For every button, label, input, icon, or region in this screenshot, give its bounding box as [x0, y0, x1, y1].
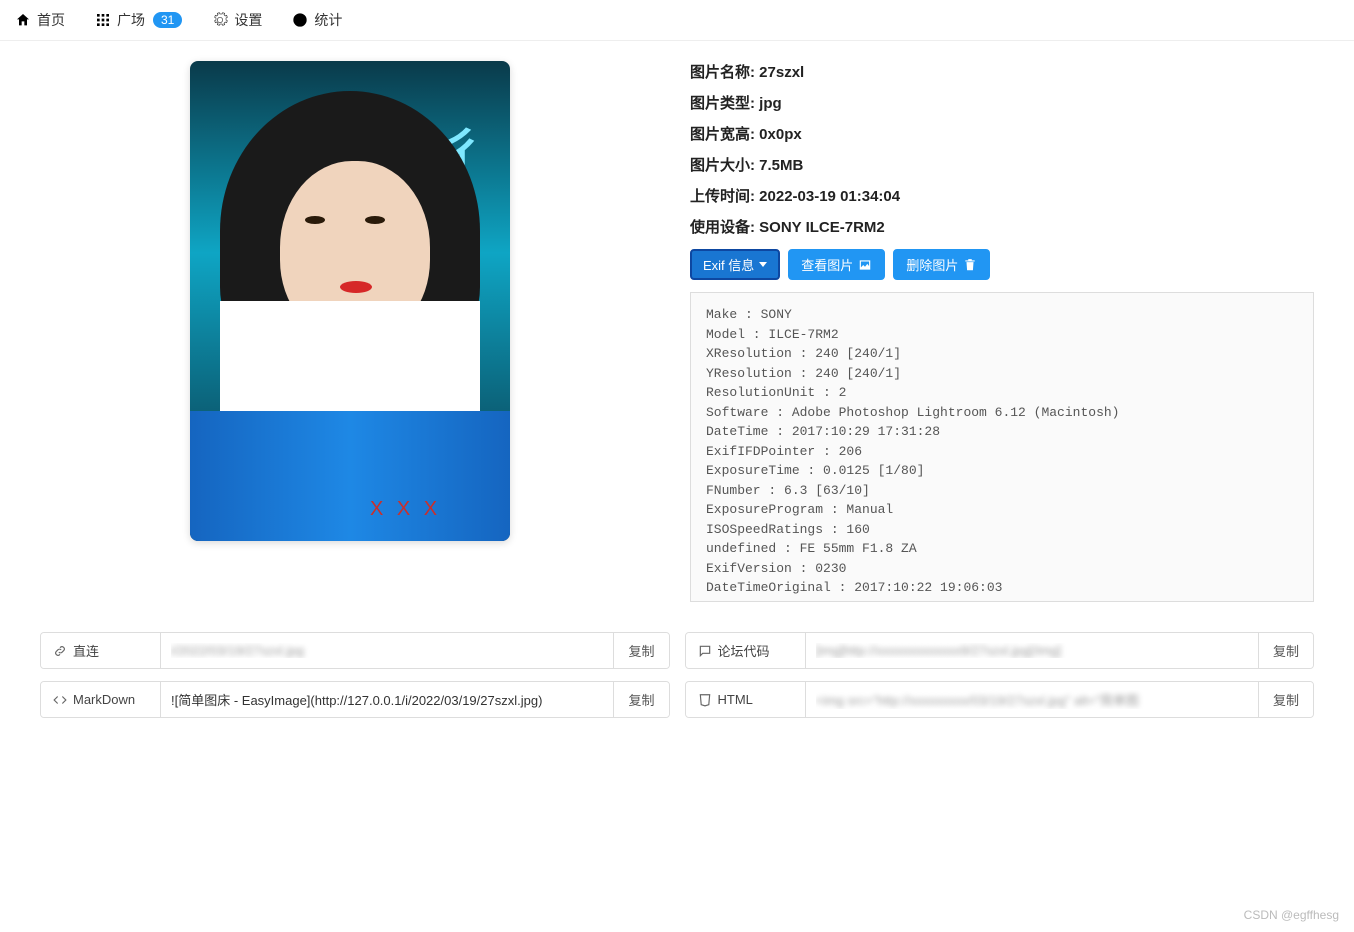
link-icon [53, 644, 67, 658]
md-link-group: MarkDown 复制 [40, 681, 670, 718]
link-row-2: MarkDown 复制 HTML 复制 [40, 681, 1314, 718]
pie-icon [292, 12, 308, 28]
info-device-label: 使用设备: [690, 219, 755, 236]
chat-icon [698, 644, 712, 658]
direct-link-group: 直连 复制 [40, 632, 670, 669]
nav-home[interactable]: 首页 [15, 10, 65, 30]
gear-icon [212, 12, 228, 28]
main-content: 揾天彳 X X X 图片名称: 27szxl 图片类型: jpg 图片宽高: 0… [0, 41, 1354, 622]
image-eye-r [365, 216, 385, 224]
plaza-badge: 31 [153, 12, 182, 28]
nav-plaza[interactable]: 广场 31 [95, 10, 182, 30]
info-size-label: 图片大小: [690, 157, 755, 174]
nav-stats-label: 统计 [314, 10, 342, 30]
info-device-value: SONY ILCE-7RM2 [759, 219, 885, 236]
view-image-button[interactable]: 查看图片 [788, 249, 885, 280]
nav-stats[interactable]: 统计 [292, 10, 342, 30]
nav-plaza-label: 广场 [117, 10, 145, 30]
bbs-link-input[interactable] [806, 633, 1258, 668]
direct-link-label: 直连 [41, 633, 161, 668]
action-buttons: Exif 信息 查看图片 删除图片 [690, 249, 1314, 280]
info-size-value: 7.5MB [759, 157, 803, 174]
info-name: 图片名称: 27szxl [690, 61, 1314, 82]
info-dim-value: 0x0px [759, 126, 802, 143]
image-x: X X X [370, 498, 441, 521]
image-preview[interactable]: 揾天彳 X X X [190, 61, 510, 541]
nav-settings-label: 设置 [234, 10, 262, 30]
html-link-text: HTML [718, 692, 753, 707]
code-icon [53, 693, 67, 707]
bbs-link-text: 论坛代码 [718, 641, 770, 660]
details-column: 图片名称: 27szxl 图片类型: jpg 图片宽高: 0x0px 图片大小:… [690, 61, 1314, 602]
image-jacket [190, 411, 510, 541]
view-button-label: 查看图片 [801, 255, 853, 274]
info-upload: 上传时间: 2022-03-19 01:34:04 [690, 185, 1314, 206]
exif-panel[interactable]: Make : SONY Model : ILCE-7RM2 XResolutio… [690, 292, 1314, 602]
chevron-down-icon [759, 262, 767, 267]
md-link-input[interactable] [161, 682, 613, 717]
exif-button-label: Exif 信息 [703, 255, 754, 274]
link-section: 直连 复制 论坛代码 复制 MarkDown 复制 HTML [0, 622, 1354, 740]
image-lips [340, 281, 372, 293]
image-eye-l [305, 216, 325, 224]
info-upload-label: 上传时间: [690, 188, 755, 205]
md-link-text: MarkDown [73, 692, 135, 707]
delete-image-button[interactable]: 删除图片 [893, 249, 990, 280]
image-icon [858, 258, 872, 272]
watermark: CSDN @egffhesg [1244, 908, 1339, 922]
nav-settings[interactable]: 设置 [212, 10, 262, 30]
info-size: 图片大小: 7.5MB [690, 154, 1314, 175]
info-upload-value: 2022-03-19 01:34:04 [759, 188, 900, 205]
html-copy-button[interactable]: 复制 [1258, 682, 1313, 717]
top-nav: 首页 广场 31 设置 统计 [0, 0, 1354, 41]
exif-button[interactable]: Exif 信息 [690, 249, 780, 280]
bbs-copy-button[interactable]: 复制 [1258, 633, 1313, 668]
image-column: 揾天彳 X X X [40, 61, 660, 602]
html-link-input[interactable] [806, 682, 1258, 717]
home-icon [15, 12, 31, 28]
info-type-value: jpg [759, 95, 782, 112]
nav-home-label: 首页 [37, 10, 65, 30]
link-row-1: 直连 复制 论坛代码 复制 [40, 632, 1314, 669]
grid-icon [95, 12, 111, 28]
html-link-label: HTML [686, 682, 806, 717]
info-type: 图片类型: jpg [690, 92, 1314, 113]
trash-icon [963, 258, 977, 272]
info-device: 使用设备: SONY ILCE-7RM2 [690, 216, 1314, 237]
md-link-label: MarkDown [41, 682, 161, 717]
html5-icon [698, 693, 712, 707]
bbs-link-group: 论坛代码 复制 [685, 632, 1315, 669]
bbs-link-label: 论坛代码 [686, 633, 806, 668]
info-type-label: 图片类型: [690, 95, 755, 112]
info-name-value: 27szxl [759, 64, 804, 81]
direct-link-text: 直连 [73, 641, 99, 660]
info-dim-label: 图片宽高: [690, 126, 755, 143]
direct-link-input[interactable] [161, 633, 613, 668]
delete-button-label: 删除图片 [906, 255, 958, 274]
md-copy-button[interactable]: 复制 [613, 682, 668, 717]
html-link-group: HTML 复制 [685, 681, 1315, 718]
info-dim: 图片宽高: 0x0px [690, 123, 1314, 144]
direct-copy-button[interactable]: 复制 [613, 633, 668, 668]
info-name-label: 图片名称: [690, 64, 755, 81]
